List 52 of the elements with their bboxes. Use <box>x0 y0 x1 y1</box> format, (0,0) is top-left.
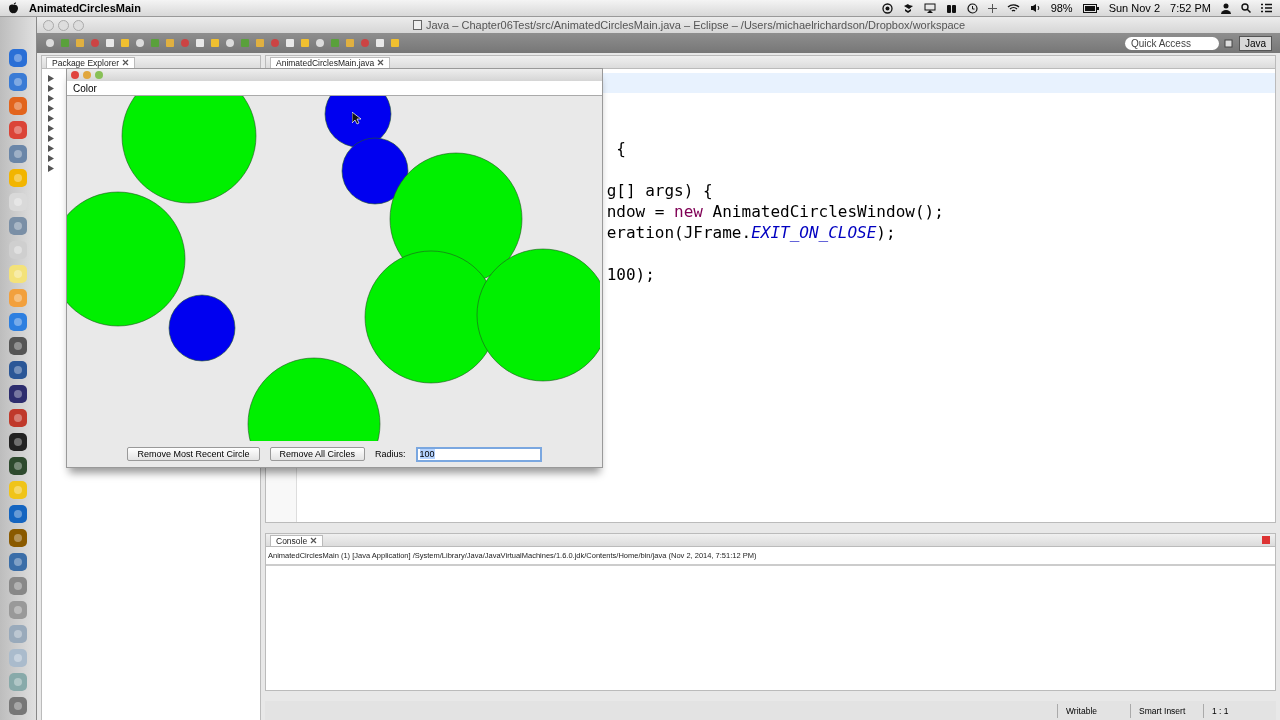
window-button[interactable] <box>73 19 84 31</box>
editor-tab[interactable]: AnimatedCirclesMain.java <box>270 56 391 68</box>
menu-item[interactable]: Color <box>73 82 97 94</box>
zoom-button[interactable] <box>95 71 103 79</box>
radius-field[interactable]: 100 <box>415 446 542 462</box>
app-icon[interactable] <box>8 385 28 403</box>
app-icon[interactable] <box>8 361 28 379</box>
window-button[interactable] <box>43 19 54 31</box>
search-icon[interactable] <box>1241 3 1251 13</box>
pointer-icon <box>352 112 361 125</box>
app-name[interactable]: AnimatedCirclesMain <box>29 2 141 14</box>
apple-logo-icon[interactable] <box>8 2 19 14</box>
battery-icon[interactable] <box>1082 3 1099 13</box>
volume-icon[interactable] <box>1029 3 1041 13</box>
status-field: Writable <box>1057 704 1130 718</box>
status-field: 1 : 1 <box>1203 704 1276 718</box>
app-icon[interactable] <box>8 337 28 355</box>
remove-button[interactable]: Remove Most Recent Circle <box>127 447 260 461</box>
remove-button[interactable]: Remove All Circles <box>269 447 366 461</box>
status-field: Smart Insert <box>1130 704 1203 718</box>
window-button[interactable] <box>58 19 69 31</box>
window-title: Java – Chapter06Test/src/AnimatedCirclesMain.java – Eclipse – /Users/michaelrichardson/Dropbox/workspace <box>426 19 966 31</box>
close-icon[interactable] <box>377 59 385 66</box>
code-line: { <box>616 139 627 160</box>
battery-percent: 98% <box>1050 2 1073 14</box>
list-icon[interactable] <box>1261 3 1272 13</box>
box-icon[interactable] <box>902 3 914 13</box>
perspective-button[interactable]: Java <box>1238 35 1272 51</box>
menu-date[interactable]: Sun Nov 2 <box>1108 2 1161 14</box>
wifi-icon[interactable] <box>1006 3 1020 13</box>
app-icon[interactable] <box>8 457 28 475</box>
radius-label: Radius: <box>375 449 406 459</box>
menu-time[interactable]: 7:52 PM <box>1170 2 1211 14</box>
stop-icon[interactable] <box>1261 535 1271 545</box>
record-icon[interactable] <box>881 2 893 14</box>
display-icon[interactable] <box>923 3 936 13</box>
minimize-button[interactable] <box>83 71 91 79</box>
code-line: g[] args) { <box>606 181 714 202</box>
code-line: ndow = new AnimatedCirclesWindow(); <box>606 202 945 223</box>
view-tab[interactable]: Package Explorer <box>46 56 136 68</box>
console-tab[interactable]: Console <box>270 534 324 546</box>
app-icon[interactable] <box>8 433 28 451</box>
clock-icon[interactable] <box>966 2 978 14</box>
open-perspective-icon[interactable] <box>1223 38 1234 48</box>
document-icon <box>413 20 422 30</box>
close-button[interactable] <box>71 71 79 79</box>
user-icon[interactable] <box>1221 2 1231 14</box>
close-icon[interactable] <box>310 537 318 544</box>
code-line: 100); <box>606 265 656 286</box>
code-line: eration(JFrame.EXIT_ON_CLOSE); <box>606 223 897 244</box>
quick-access-field[interactable]: Quick Access <box>1124 36 1219 50</box>
close-icon[interactable] <box>122 59 130 66</box>
